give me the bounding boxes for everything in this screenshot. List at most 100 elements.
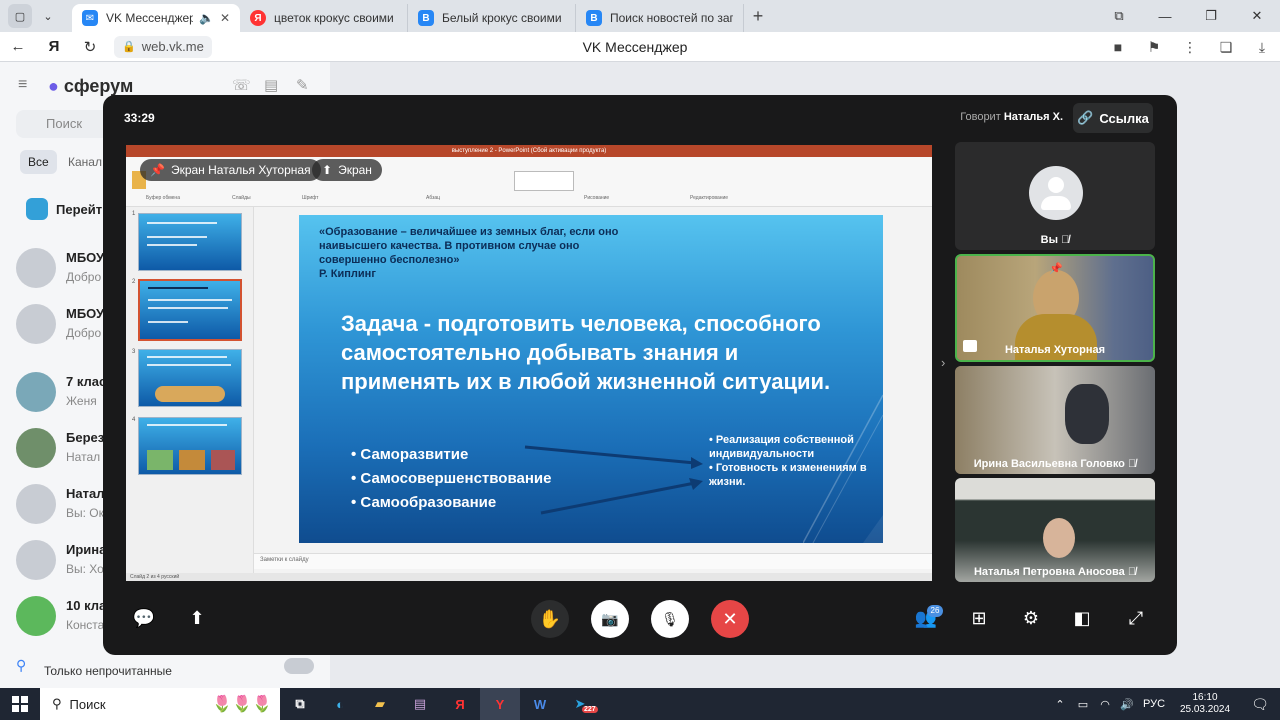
yandex-taskbar-icon[interactable]: Я — [440, 688, 480, 720]
windows-icon — [12, 696, 28, 712]
active-speaker: Говорит Наталья Х. — [960, 111, 1063, 123]
telegram-badge: 227 — [582, 706, 598, 713]
copy-link-button[interactable]: 🔗 Ссылка — [1073, 103, 1153, 133]
share-screen-button[interactable]: ⬆ — [182, 603, 212, 633]
sferum-logo: ● сферум — [48, 76, 134, 96]
close-icon: ✕ — [722, 608, 738, 629]
chat-button[interactable]: 💬 — [129, 603, 159, 633]
group-label: Слайды — [232, 195, 251, 201]
tab-vk-messenger[interactable]: ✉ VK Мессенджер 🔈 ✕ — [72, 4, 240, 32]
vk-messenger-icon: ✉ — [82, 10, 98, 26]
slide-thumbnail-selected[interactable] — [138, 279, 242, 341]
expand-icon: ⤢ — [1128, 607, 1144, 628]
reload-icon[interactable]: ↻ — [72, 38, 108, 56]
address-bar: ← Я ↻ 🔒 web.vk.me VK Мессенджер ■ ⚑ ⋮ ❏ … — [0, 32, 1280, 62]
archive-icon[interactable]: ▤ — [264, 76, 278, 94]
slide-thumbnail[interactable] — [138, 417, 242, 475]
maximize-button[interactable]: ❐ — [1188, 8, 1234, 24]
task-view-button[interactable]: ⧉ — [280, 688, 320, 720]
slide-arrows — [524, 445, 703, 515]
picture-in-picture-button[interactable]: ◧ — [1067, 603, 1097, 633]
new-tab-button[interactable]: + — [744, 6, 772, 27]
edge-icon[interactable]: ◐ — [320, 688, 360, 720]
vk-icon: В — [586, 10, 602, 26]
start-button[interactable] — [0, 688, 40, 720]
minimize-button[interactable]: — — [1142, 9, 1188, 24]
winrar-icon[interactable]: ▤ — [400, 688, 440, 720]
tab-white-crocus[interactable]: В Белый крокус своими рук — [408, 4, 576, 32]
screen-share-chip[interactable]: 📌 Экран Наталья Хуторная — [140, 159, 321, 181]
window-controls: ⧉ — ❐ ✕ — [1096, 0, 1280, 32]
right-bullets: Реализация собственной индивидуальности … — [709, 433, 869, 489]
yandex-browser-icon[interactable]: Y — [480, 688, 520, 720]
pin-icon[interactable]: 📌 — [1049, 262, 1063, 275]
taskbar-search[interactable]: ⚲ Поиск 🌷🌷🌷 — [40, 688, 280, 720]
bookmark-panel-icon[interactable]: ⧉ — [1096, 8, 1142, 24]
menu-icon[interactable]: ≡ — [18, 76, 27, 94]
current-slide: «Образование – величайшее из земных благ… — [299, 215, 883, 543]
mic-off-icon: 🎙̸ — [1127, 458, 1137, 470]
volume-icon[interactable]: 🔊 — [1116, 698, 1138, 711]
call-icon[interactable]: ☏ — [232, 76, 251, 94]
participants-count-badge: 26 — [927, 605, 943, 617]
mic-off-icon: 🎙 — [661, 610, 679, 627]
download-icon[interactable]: ⤓ — [1244, 39, 1280, 56]
end-call-button[interactable]: ✕ — [711, 600, 749, 638]
filter-icon: ⚲ — [16, 657, 27, 673]
compose-icon[interactable]: ✎ — [296, 76, 309, 94]
speaker-icon[interactable]: 🔈 — [199, 11, 214, 25]
pinned-item[interactable]: Перейт — [56, 202, 102, 217]
gear-icon: ⚙ — [1022, 607, 1040, 628]
camera-icon[interactable]: ■ — [1100, 39, 1136, 55]
chevron-right-icon[interactable]: › — [941, 355, 945, 370]
mic-off-icon: 🎙̸ — [1127, 566, 1137, 578]
group-label: Шрифт — [302, 195, 319, 201]
slide-thumbnail[interactable] — [138, 349, 242, 407]
yandex-icon: Я — [250, 10, 266, 26]
yandex-icon[interactable]: Я — [36, 38, 72, 55]
settings-button[interactable]: ⚙ — [1016, 603, 1046, 633]
wifi-icon[interactable]: ◠ — [1094, 698, 1116, 711]
participant-tile[interactable]: Наталья Петровна Аносова 🎙̸ — [955, 478, 1155, 582]
participant-tile-speaking[interactable]: 📌 Наталья Хуторная — [955, 254, 1155, 362]
file-explorer-icon[interactable]: ▰ — [360, 688, 400, 720]
bookmark-icon[interactable]: ⚑ — [1136, 39, 1172, 56]
word-icon[interactable]: W — [520, 688, 560, 720]
unread-only-label: Только непрочитанные — [44, 664, 172, 678]
mic-toggle-button[interactable]: 🎙 — [651, 600, 689, 638]
close-tab-icon[interactable]: ✕ — [220, 11, 230, 25]
filter-all[interactable]: Все — [20, 150, 57, 174]
tab-list-button[interactable]: ▢ — [8, 4, 32, 28]
unread-only-toggle[interactable] — [284, 658, 314, 674]
slide-thumbnail[interactable] — [138, 213, 242, 271]
grid-layout-button[interactable]: ⊞ — [964, 603, 994, 633]
notifications-icon[interactable]: 🗨 — [1240, 696, 1280, 713]
camera-off-icon: 📷 — [601, 610, 619, 627]
participant-tile[interactable]: Ирина Васильевна Головко 🎙̸ — [955, 366, 1155, 474]
chevron-down-icon[interactable]: ⌄ — [36, 4, 60, 28]
url-field[interactable]: 🔒 web.vk.me — [114, 35, 212, 58]
more-icon[interactable]: ⋮ — [1172, 39, 1208, 56]
participant-tile-self[interactable]: Вы 🎙̸ — [955, 142, 1155, 250]
screen-share-icon: ⬆ — [322, 163, 333, 177]
back-arrow-icon[interactable]: ← — [0, 38, 36, 55]
clock[interactable]: 16:10 25.03.2024 — [1170, 692, 1240, 716]
close-window-button[interactable]: ✕ — [1234, 8, 1280, 24]
hand-icon: ✋ — [538, 608, 562, 629]
chevron-up-icon[interactable]: ⌃ — [1048, 698, 1072, 711]
collections-icon[interactable]: ❏ — [1208, 39, 1244, 56]
screen-chip[interactable]: ⬆ Экран — [312, 159, 382, 181]
camera-toggle-button[interactable]: 📷 — [591, 600, 629, 638]
sferum-icon — [26, 198, 48, 220]
chat-bubble-icon: 💬 — [132, 607, 156, 628]
avatar — [1029, 166, 1083, 220]
raise-hand-button[interactable]: ✋ — [531, 600, 569, 638]
tab-news-search[interactable]: В Поиск новостей по запро — [576, 4, 744, 32]
fullscreen-button[interactable]: ⤢ — [1121, 603, 1151, 633]
telegram-icon[interactable]: ➤ 227 — [560, 688, 600, 720]
language-indicator[interactable]: РУС — [1138, 698, 1170, 710]
tab-crocus-search[interactable]: Я цветок крокус своими ру — [240, 4, 408, 32]
battery-icon[interactable]: ▭ — [1072, 698, 1094, 711]
shapes-gallery — [514, 171, 574, 191]
slide-thumbnails: 1 2 3 4 — [126, 207, 254, 581]
